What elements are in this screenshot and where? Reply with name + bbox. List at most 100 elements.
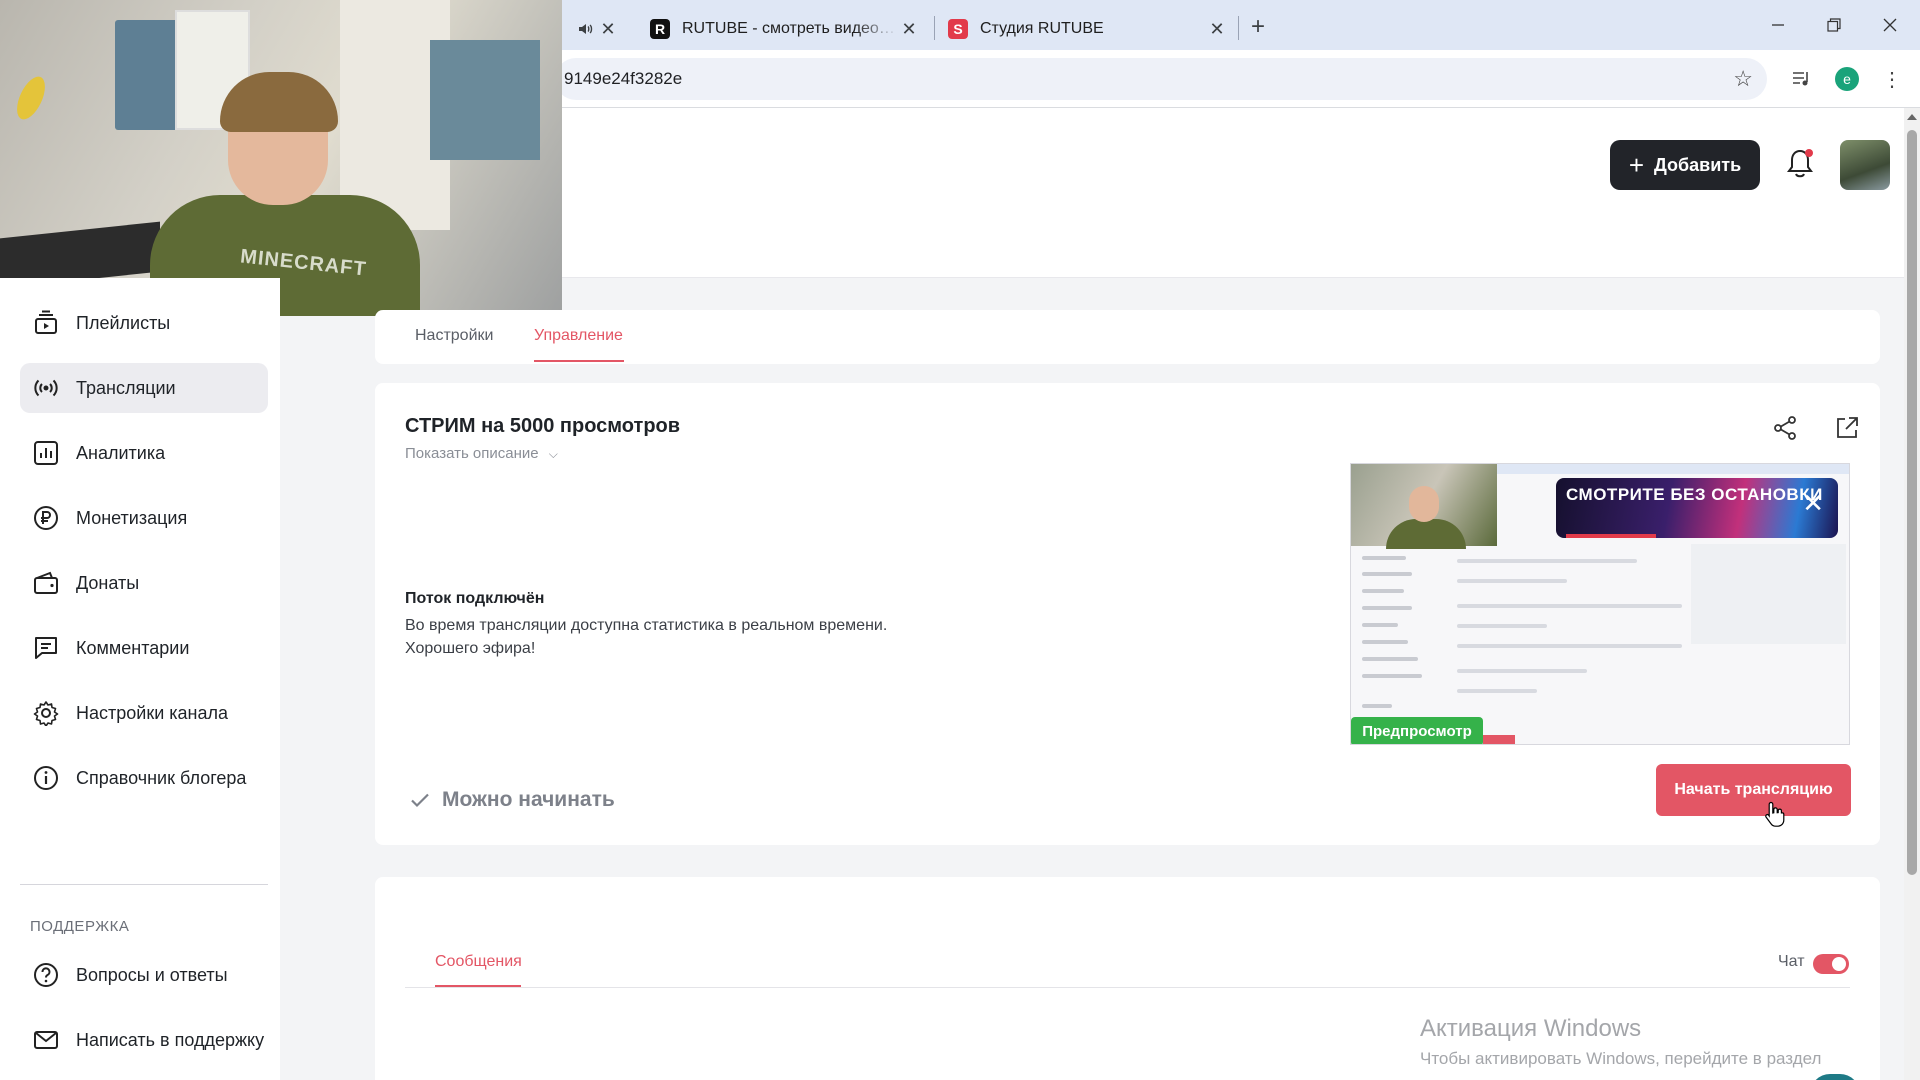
tab-active-underline [534, 360, 624, 362]
tab-title: RUTUBE - смотреть видео онлайн [682, 20, 898, 37]
address-bar[interactable]: 9149e24f3282e ☆ [555, 58, 1767, 100]
sidebar-item-donations[interactable]: Донаты [20, 558, 268, 608]
preview-badge: Предпросмотр [1351, 717, 1483, 744]
preview-ad-banner: СМОТРИТЕ БЕЗ ОСТАНОВКИ ✕ [1556, 478, 1838, 538]
page-scrollbar[interactable] [1904, 108, 1920, 1080]
preview-red-strip [1483, 735, 1515, 744]
preview-browser-tabs [1497, 464, 1849, 474]
media-control-icon[interactable] [1787, 64, 1817, 94]
windows-activation-watermark: Активация Windows Чтобы активировать Win… [1420, 1015, 1821, 1069]
scroll-up-arrow-icon[interactable] [1907, 114, 1917, 120]
sidebar-item-write-support[interactable]: Написать в поддержку [20, 1015, 268, 1065]
browser-tab-rutube[interactable]: R RUTUBE - смотреть видео онлайн ✕ [640, 8, 930, 50]
show-description-toggle[interactable]: Показать описание ⌵ [405, 445, 558, 462]
sidebar-item-broadcasts[interactable]: Трансляции [20, 363, 268, 413]
close-icon[interactable]: ✕ [898, 18, 920, 40]
plus-icon: + [1628, 149, 1644, 180]
sidebar-item-label: Плейлисты [76, 312, 171, 333]
pinned-tab-media[interactable]: ✕ [575, 8, 631, 50]
hand-cursor-icon [1764, 800, 1786, 828]
preview-person-body [1386, 519, 1466, 549]
bookmark-star-icon[interactable]: ☆ [1733, 66, 1753, 92]
profile-initial: e [1835, 67, 1859, 91]
address-url[interactable]: 9149e24f3282e [564, 69, 682, 89]
stream-status-line: Во время трансляции доступна статистика … [405, 617, 888, 634]
share-icon[interactable] [1772, 415, 1798, 441]
sidebar: Плейлисты Трансляции Аналитика Монетизац… [0, 278, 280, 1080]
ruble-icon [32, 504, 60, 532]
ready-status: Можно начинать [408, 788, 615, 812]
gear-icon [32, 699, 60, 727]
sidebar-item-monetization[interactable]: Монетизация [20, 493, 268, 543]
sidebar-item-playlists[interactable]: Плейлисты [20, 298, 268, 348]
sidebar-item-analytics[interactable]: Аналитика [20, 428, 268, 478]
page-tabs: Настройки Управление [375, 310, 1880, 364]
ready-status-label: Можно начинать [442, 788, 615, 811]
check-icon [411, 793, 429, 808]
restore-icon[interactable] [1806, 8, 1862, 42]
analytics-icon [32, 439, 60, 467]
preview-ad-text: СМОТРИТЕ БЕЗ ОСТАНОВКИ [1566, 485, 1823, 504]
broadcast-icon [32, 374, 60, 402]
toggle-knob [1832, 957, 1846, 971]
preview-panel [1691, 544, 1846, 644]
info-icon [32, 764, 60, 792]
tab-active-underline [435, 985, 521, 987]
stream-preview[interactable]: СМОТРИТЕ БЕЗ ОСТАНОВКИ ✕ Предпросмотр [1350, 463, 1850, 745]
sidebar-item-blogger-guide[interactable]: Справочник блогера [20, 753, 268, 803]
mail-icon [32, 1026, 60, 1054]
preview-sidebar [1356, 554, 1446, 744]
rutube-favicon-icon: R [650, 19, 670, 39]
sidebar-item-label: Справочник блогера [76, 767, 247, 788]
sidebar-item-comments[interactable]: Комментарии [20, 623, 268, 673]
tab-messages[interactable]: Сообщения [435, 953, 522, 971]
profile-icon[interactable]: e [1832, 64, 1862, 94]
chat-toggle[interactable] [1813, 954, 1849, 974]
sidebar-item-label: Аналитика [76, 442, 166, 463]
sidebar-divider [20, 884, 268, 885]
watermark-title: Активация Windows [1420, 1015, 1642, 1042]
sidebar-item-label: Монетизация [76, 507, 188, 528]
sidebar-item-label: Донаты [76, 572, 140, 593]
sidebar-item-label: Настройки канала [76, 702, 229, 723]
tab-settings[interactable]: Настройки [415, 327, 493, 345]
scrollbar-thumb[interactable] [1907, 130, 1917, 875]
webcam-banana [11, 72, 51, 124]
kebab-menu-icon[interactable]: ⋮ [1877, 64, 1907, 94]
close-icon[interactable]: ✕ [1206, 18, 1228, 40]
preview-ad-bar [1566, 534, 1656, 538]
external-link-icon[interactable] [1834, 415, 1860, 441]
tab-management[interactable]: Управление [534, 327, 623, 345]
close-icon[interactable]: ✕ [597, 18, 619, 40]
chevron-down-icon: ⌵ [548, 447, 558, 461]
new-tab-icon[interactable]: + [1243, 12, 1273, 42]
sidebar-item-label: Трансляции [76, 377, 176, 398]
playlist-icon [32, 309, 60, 337]
wallet-icon [32, 569, 60, 597]
sidebar-item-channel-settings[interactable]: Настройки канала [20, 688, 268, 738]
sidebar-item-label: Написать в поддержку [76, 1029, 265, 1050]
close-icon: ✕ [1802, 488, 1824, 518]
minimize-icon[interactable] [1750, 8, 1806, 42]
show-description-label: Показать описание [405, 445, 539, 462]
sidebar-item-label: Комментарии [76, 637, 190, 658]
browser-tab-studio[interactable]: S Студия RUTUBE ✕ [938, 8, 1238, 50]
webcam-cabinet-right [430, 40, 540, 160]
stream-status-title: Поток подключён [405, 590, 545, 607]
sidebar-item-label: Вопросы и ответы [76, 964, 228, 985]
add-button[interactable]: + Добавить [1610, 140, 1760, 190]
tab-title: Студия RUTUBE [980, 20, 1104, 37]
bell-icon[interactable] [1784, 146, 1816, 182]
window-close-icon[interactable] [1862, 8, 1918, 42]
stream-status-line: Хорошего эфира! [405, 640, 536, 657]
watermark-subtitle: Чтобы активировать Windows, перейдите в … [1420, 1049, 1822, 1068]
avatar[interactable] [1840, 140, 1890, 190]
sidebar-item-faq[interactable]: Вопросы и ответы [20, 950, 268, 1000]
tab-separator [934, 16, 935, 40]
start-broadcast-button[interactable]: Начать трансляцию [1656, 764, 1851, 816]
tab-separator [1238, 16, 1239, 40]
speaker-icon[interactable] [575, 18, 597, 40]
question-icon [32, 961, 60, 989]
preview-person-head [1409, 486, 1439, 522]
add-button-label: Добавить [1654, 154, 1742, 175]
